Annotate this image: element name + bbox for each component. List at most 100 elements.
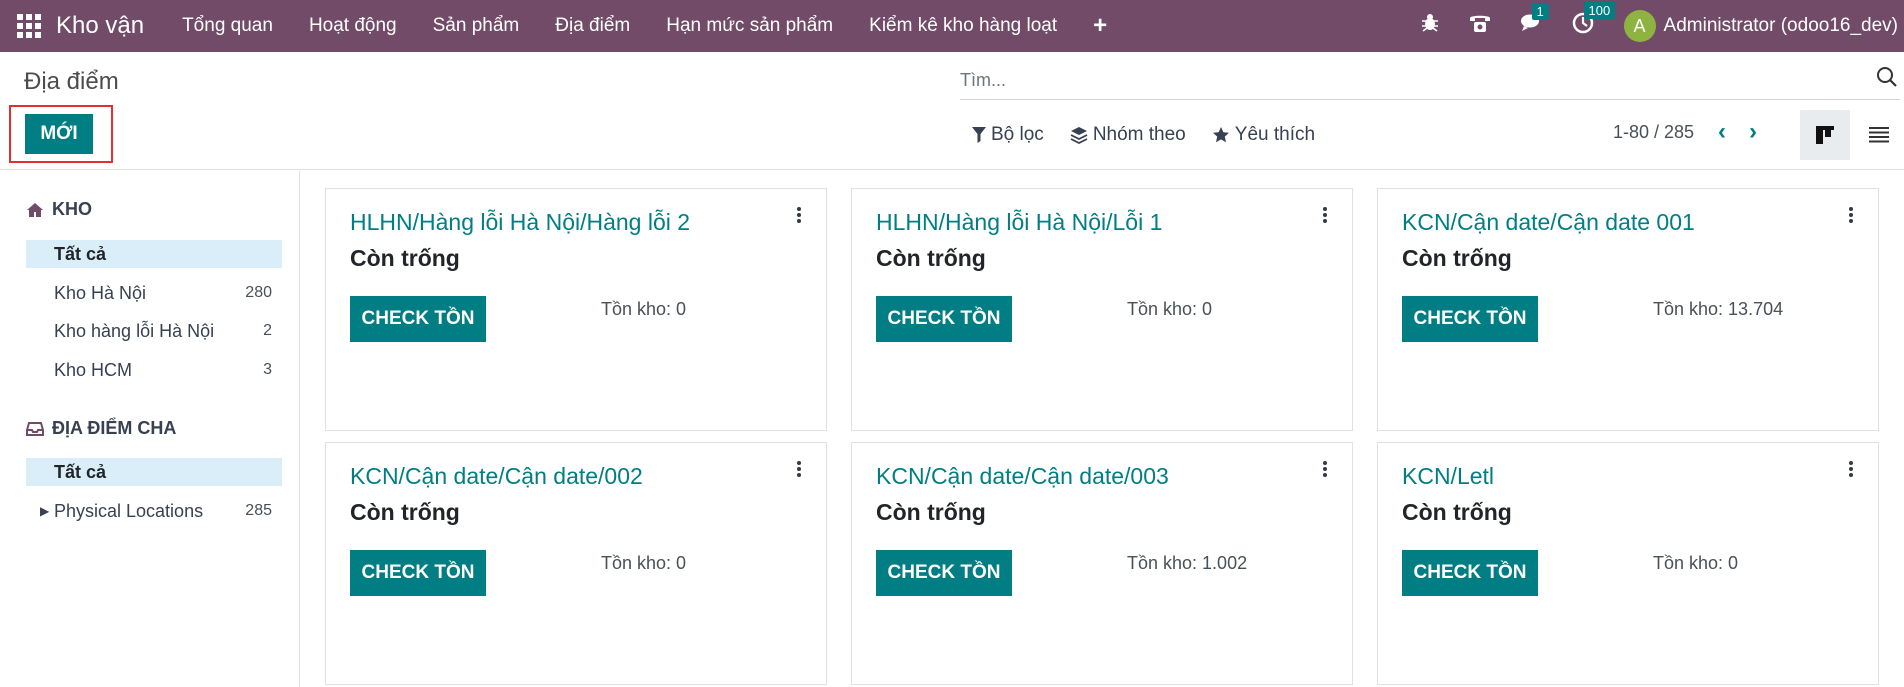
parent-location-item-all[interactable]: Tất cả: [26, 458, 282, 486]
card-stock: Tồn kho: 1.002: [1127, 553, 1248, 573]
favorites-label: Yêu thích: [1234, 124, 1316, 145]
user-menu[interactable]: Administrator (odoo16_dev): [1664, 15, 1898, 37]
parent-location-header-label: ĐỊA ĐIỂM CHA: [52, 418, 177, 438]
warehouse-item-label: Kho HCM: [54, 360, 133, 380]
phone-icon[interactable]: [1468, 12, 1492, 40]
pager-value[interactable]: 1-80 / 285: [1613, 122, 1694, 143]
menu-item-locations[interactable]: Địa điểm: [537, 0, 648, 52]
filter-label: Bộ lọc: [991, 124, 1044, 145]
parent-location-item-physical[interactable]: ▶ Physical Locations 285: [26, 497, 282, 525]
card-dropdown-icon[interactable]: [794, 205, 804, 229]
messages-badge: 1: [1531, 3, 1549, 20]
warehouse-item-label: Kho hàng lỗi Hà Nội: [54, 321, 215, 341]
search-icon[interactable]: [1876, 66, 1898, 93]
caret-right-icon[interactable]: ▶: [40, 497, 49, 525]
pager-previous-button[interactable]: ‹: [1718, 118, 1726, 146]
card-status: Còn trống: [876, 245, 986, 271]
card-dropdown-icon[interactable]: [794, 459, 804, 483]
warehouse-item-label: Tất cả: [54, 244, 107, 264]
warehouse-item-hanoi-defect[interactable]: Kho hàng lỗi Hà Nội 2: [26, 317, 282, 345]
search-input[interactable]: [960, 62, 1860, 98]
parent-location-header: ĐỊA ĐIỂM CHA: [26, 418, 176, 439]
app-brand[interactable]: Kho vận: [56, 12, 144, 40]
kanban-card[interactable]: KCN/Letl Còn trống CHECK TỒN Tồn kho: 0: [1377, 442, 1879, 685]
menu-item-bulk-inventory[interactable]: Kiểm kê kho hàng loạt: [851, 0, 1075, 52]
filter-icon: [972, 127, 986, 143]
kanban-card[interactable]: HLHN/Hàng lỗi Hà Nội/Lỗi 1 Còn trống CHE…: [851, 188, 1353, 431]
card-stock: Tồn kho: 0: [1127, 299, 1213, 319]
layers-icon: [1070, 127, 1088, 144]
card-status: Còn trống: [1402, 499, 1512, 525]
avatar[interactable]: A: [1623, 10, 1656, 42]
apps-menu-icon[interactable]: [17, 14, 41, 38]
kanban-card[interactable]: KCN/Cận date/Cận date 001 Còn trống CHEC…: [1377, 188, 1879, 431]
kanban-card[interactable]: KCN/Cận date/Cận date/002 Còn trống CHEC…: [325, 442, 827, 685]
inbox-icon: [26, 421, 44, 436]
parent-location-item-label: Tất cả: [54, 462, 107, 482]
list-view-button[interactable]: [1854, 110, 1902, 160]
warehouse-item-count: 3: [263, 361, 272, 378]
check-stock-button[interactable]: CHECK TỒN: [1402, 296, 1538, 342]
card-stock: Tồn kho: 0: [601, 553, 687, 573]
kanban-card[interactable]: KCN/Cận date/Cận date/003 Còn trống CHEC…: [851, 442, 1353, 685]
search-bar: [960, 62, 1900, 100]
check-stock-button[interactable]: CHECK TỒN: [350, 550, 486, 596]
card-title[interactable]: KCN/Letl: [1402, 463, 1494, 490]
top-navbar: Kho vận Tổng quan Hoạt động Sản phẩm Địa…: [0, 0, 1904, 52]
warehouse-item-hanoi[interactable]: Kho Hà Nội 280: [26, 279, 282, 307]
menu-item-overview[interactable]: Tổng quan: [164, 0, 291, 52]
debug-bug-icon[interactable]: [1420, 13, 1440, 39]
warehouse-header-label: KHO: [52, 199, 92, 219]
parent-location-item-label: Physical Locations: [54, 501, 204, 521]
activity-badge: 100: [1583, 2, 1616, 19]
activity-clock-icon[interactable]: 100: [1572, 2, 1616, 40]
menu-item-product-limits[interactable]: Hạn mức sản phẩm: [648, 0, 851, 52]
card-title[interactable]: KCN/Cận date/Cận date 001: [1402, 209, 1695, 236]
star-icon: [1212, 127, 1229, 143]
group-by-label: Nhóm theo: [1092, 124, 1186, 145]
warehouse-header: KHO: [26, 199, 92, 220]
group-by-button[interactable]: Nhóm theo: [1070, 124, 1186, 146]
card-title[interactable]: HLHN/Hàng lỗi Hà Nội/Hàng lỗi 2: [350, 209, 690, 236]
pager-next-button[interactable]: ›: [1749, 118, 1757, 146]
card-title[interactable]: KCN/Cận date/Cận date/003: [876, 463, 1169, 490]
kanban-view-button[interactable]: [1800, 110, 1850, 160]
card-dropdown-icon[interactable]: [1846, 459, 1856, 483]
check-stock-button[interactable]: CHECK TỒN: [876, 296, 1012, 342]
kanban-icon: [1816, 126, 1834, 144]
new-button[interactable]: MỚI: [25, 114, 93, 154]
control-panel: Địa điểm Bộ lọc Nhóm theo Yêu thích 1-80…: [0, 52, 1904, 170]
check-stock-button[interactable]: CHECK TỒN: [876, 550, 1012, 596]
parent-location-item-count: 285: [245, 502, 272, 519]
warehouse-item-label: Kho Hà Nội: [54, 283, 147, 303]
card-title[interactable]: KCN/Cận date/Cận date/002: [350, 463, 643, 490]
home-icon: [27, 202, 43, 217]
check-stock-button[interactable]: CHECK TỒN: [350, 296, 486, 342]
card-stock: Tồn kho: 0: [601, 299, 687, 319]
check-stock-button[interactable]: CHECK TỒN: [1402, 550, 1538, 596]
warehouse-item-hcm[interactable]: Kho HCM 3: [26, 356, 282, 384]
kanban-card[interactable]: HLHN/Hàng lỗi Hà Nội/Hàng lỗi 2 Còn trốn…: [325, 188, 827, 431]
card-title[interactable]: HLHN/Hàng lỗi Hà Nội/Lỗi 1: [876, 209, 1162, 236]
warehouse-item-all[interactable]: Tất cả: [26, 240, 282, 268]
favorites-button[interactable]: Yêu thích: [1212, 124, 1315, 146]
menu-item-operations[interactable]: Hoạt động: [291, 0, 415, 52]
card-status: Còn trống: [350, 499, 460, 525]
warehouse-item-count: 280: [245, 284, 272, 301]
card-dropdown-icon[interactable]: [1846, 205, 1856, 229]
card-status: Còn trống: [1402, 245, 1512, 271]
list-icon: [1869, 127, 1889, 143]
card-status: Còn trống: [350, 245, 460, 271]
menu-item-products[interactable]: Sản phẩm: [415, 0, 538, 52]
warehouse-item-count: 2: [263, 322, 272, 339]
new-button-highlight: MỚI: [9, 105, 113, 163]
card-dropdown-icon[interactable]: [1320, 459, 1330, 483]
card-dropdown-icon[interactable]: [1320, 205, 1330, 229]
search-options: Bộ lọc Nhóm theo Yêu thích: [972, 124, 1315, 146]
card-stock: Tồn kho: 13.704: [1653, 299, 1784, 319]
filter-button[interactable]: Bộ lọc: [972, 124, 1044, 146]
page-title: Địa điểm: [24, 68, 119, 95]
plus-icon[interactable]: +: [1075, 12, 1125, 40]
search-panel: KHO Tất cả Kho Hà Nội 280 Kho hàng lỗi H…: [0, 171, 300, 687]
messages-icon[interactable]: 1: [1520, 3, 1549, 39]
